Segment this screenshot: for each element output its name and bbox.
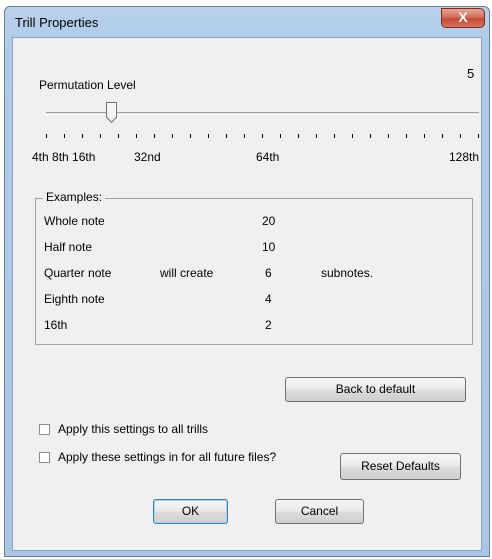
close-icon: X [458, 9, 468, 25]
apply-all-trills-checkbox[interactable] [39, 424, 50, 435]
permutation-level-value: 5 [467, 66, 475, 81]
example-count-quarter: 6 [265, 266, 272, 280]
permutation-level-label: Permutation Level [39, 78, 136, 92]
permutation-slider-thumb[interactable] [106, 102, 117, 123]
apply-future-files-label[interactable]: Apply these settings in for all future f… [58, 450, 276, 464]
reset-defaults-button[interactable]: Reset Defaults [340, 453, 461, 480]
example-note-half: Half note [44, 240, 93, 254]
permutation-slider-ticks [13, 134, 483, 140]
back-to-default-button[interactable]: Back to default [285, 377, 466, 402]
example-note-quarter: Quarter note [44, 266, 112, 280]
ok-button[interactable]: OK [153, 499, 228, 524]
example-count-eighth: 4 [265, 292, 272, 306]
example-note-eighth: Eighth note [44, 292, 105, 306]
example-count-whole: 20 [262, 214, 276, 228]
tick-label-128th: 128th [449, 150, 480, 164]
example-will-create: will create [160, 266, 214, 280]
example-note-16th: 16th [44, 318, 68, 332]
window-title: Trill Properties [15, 15, 99, 30]
example-subnotes: subnotes. [321, 266, 374, 280]
dialog-window: Trill Properties X Permutation Level 5 4… [4, 6, 490, 557]
example-count-16th: 2 [265, 318, 272, 332]
tick-label-32nd: 32nd [134, 150, 161, 164]
example-count-half: 10 [262, 240, 276, 254]
example-note-whole: Whole note [44, 214, 105, 228]
apply-future-files-checkbox[interactable] [39, 452, 50, 463]
dialog-client-area: Permutation Level 5 4th 8th 16th 32nd 64… [12, 37, 482, 551]
tick-label-4th-8th-16th: 4th 8th 16th [32, 150, 96, 164]
apply-all-trills-label[interactable]: Apply this settings to all trills [58, 422, 208, 436]
tick-label-64th: 64th [256, 150, 280, 164]
cancel-button[interactable]: Cancel [275, 499, 364, 524]
examples-title: Examples: [43, 190, 106, 204]
close-button[interactable]: X [441, 8, 485, 28]
